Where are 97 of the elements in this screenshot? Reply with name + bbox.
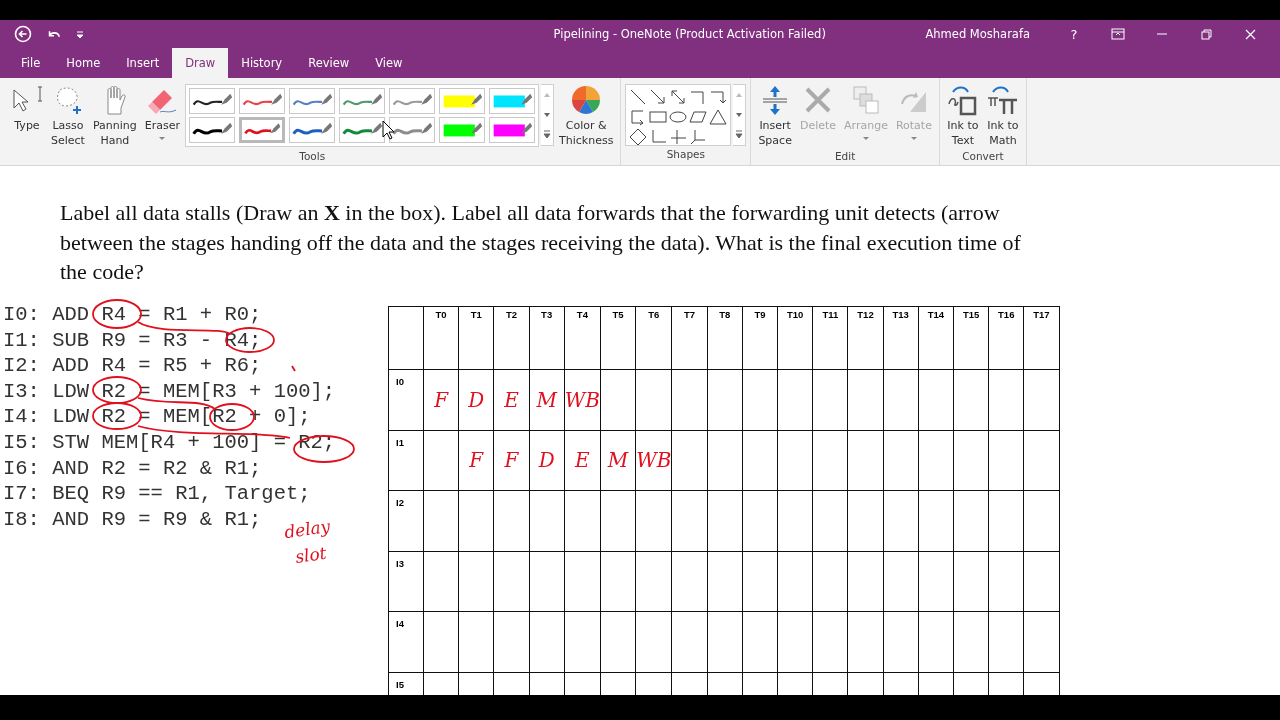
highlighter-swatch[interactable] — [489, 117, 535, 143]
customize-caret-icon[interactable] — [76, 29, 84, 39]
question-text: Label all data stalls (Draw an X in the box). Label all data forwards that the forwarding unit detects (arrow between the stages handing off the data and the stages receiving the data). What is the final execution time of the code? — [60, 199, 1022, 286]
group-label: Edit — [834, 150, 857, 164]
handwritten-stage: D — [468, 387, 485, 412]
column-header: T2 — [493, 306, 530, 370]
ribbon-button[interactable]: Ink to Text — [943, 82, 982, 150]
restore-icon[interactable] — [1200, 28, 1212, 40]
handwritten-stage: M — [536, 387, 557, 412]
ribbon-button[interactable]: Color & Thickness — [556, 82, 617, 150]
code-line: I2: ADD R4 = R5 + R6; — [3, 353, 262, 379]
handwritten-stage: WB — [636, 448, 672, 473]
row-label: I1 — [395, 435, 404, 448]
handwritten-stage: E — [575, 448, 590, 473]
caret-icon — [909, 136, 918, 141]
column-header: T7 — [671, 306, 708, 370]
caret-icon — [158, 136, 167, 141]
handwritten-stage: F — [434, 387, 449, 412]
pen-swatch[interactable] — [189, 117, 235, 143]
ribbon-button[interactable]: Insert Space — [755, 82, 795, 150]
ribbon-tab[interactable]: Review — [295, 48, 363, 78]
handwritten-stage: F — [504, 448, 519, 473]
row-label: I0 — [395, 375, 404, 387]
code-line: I8: AND R9 = R9 & R1; — [3, 506, 262, 533]
column-header: T6 — [635, 306, 672, 370]
column-header: T13 — [883, 306, 919, 370]
column-header: T11 — [812, 306, 848, 370]
pen-swatch[interactable] — [239, 88, 285, 114]
line-icon[interactable] — [629, 88, 648, 106]
ribbon-button[interactable]: Ink to Math — [983, 82, 1022, 150]
highlighter-swatch[interactable] — [439, 88, 485, 114]
handwritten-stage: F — [469, 448, 484, 473]
column-header: T10 — [777, 306, 813, 370]
double-arrow-icon[interactable] — [669, 88, 688, 106]
ribbon-tab[interactable]: Draw — [172, 48, 229, 78]
arrange-icon — [850, 84, 882, 116]
highlighter-swatch[interactable] — [439, 117, 485, 143]
column-header: T0 — [423, 306, 459, 370]
column-header: T9 — [742, 306, 778, 370]
caret-icon — [862, 136, 870, 141]
handwritten-note: delay slot — [281, 515, 333, 569]
pen-swatch[interactable] — [239, 117, 285, 143]
code-line: I6: AND R2 = R2 & R1; — [3, 455, 262, 482]
column-header: T3 — [529, 306, 565, 370]
ribbon-button[interactable]: Lasso Select — [48, 82, 88, 150]
ribbon-tab[interactable]: History — [228, 48, 296, 78]
group-label: Convert — [961, 150, 1005, 164]
pen-swatch[interactable] — [389, 117, 435, 143]
window-title: Pipelining - OneNote (Product Activation Failed) — [552, 27, 827, 41]
row-label: I2 — [395, 496, 404, 508]
ribbon-button[interactable]: Panning Hand — [89, 82, 140, 150]
parallelogram-icon[interactable] — [689, 108, 708, 126]
column-header: T8 — [707, 306, 743, 370]
ribbon-tab[interactable]: File — [8, 48, 54, 78]
ribbon-button[interactable]: Type — [8, 82, 46, 135]
handwritten-stage: E — [504, 387, 519, 412]
pen-swatch[interactable] — [189, 88, 235, 114]
arrow-icon[interactable] — [649, 88, 668, 106]
column-header: T14 — [918, 306, 954, 370]
highlighter-swatch[interactable] — [489, 88, 535, 114]
ink-to-text-icon — [946, 84, 979, 116]
color-wheel-icon — [570, 84, 603, 116]
group-label: Shapes — [665, 148, 707, 162]
ribbon-button[interactable]: Eraser — [141, 82, 183, 145]
diamond-icon[interactable] — [629, 128, 648, 146]
ribbon-tab[interactable]: Insert — [113, 48, 173, 78]
ribbon-tab[interactable]: View — [362, 48, 416, 78]
ink-to-math-icon — [986, 84, 1019, 116]
help-button[interactable]: ? — [1052, 20, 1096, 48]
column-header: T15 — [953, 306, 989, 370]
back-icon[interactable] — [14, 25, 32, 43]
row-label: I5 — [395, 677, 404, 690]
pen-swatch[interactable] — [289, 117, 335, 143]
mouse-pointer-icon — [382, 120, 396, 140]
column-header: T5 — [600, 306, 636, 370]
column-header: T12 — [847, 306, 884, 370]
ribbon-tab[interactable]: Home — [53, 48, 114, 78]
pen-swatch[interactable] — [289, 88, 335, 114]
user-name: Ahmed Mosharafa — [925, 27, 1030, 41]
handwritten-stage: WB — [564, 387, 600, 412]
ellipse-icon[interactable] — [669, 108, 688, 126]
ribbon-display-icon[interactable] — [1111, 28, 1125, 40]
column-header: T4 — [564, 306, 601, 370]
group-label: Tools — [298, 150, 327, 164]
triangle-icon[interactable] — [709, 108, 728, 126]
pen-swatch[interactable] — [389, 88, 435, 114]
column-header: T1 — [458, 306, 494, 370]
handwritten-stage: M — [607, 448, 629, 473]
row-label: I3 — [395, 556, 404, 569]
close-icon[interactable] — [1244, 28, 1256, 40]
handwritten-stage: D — [538, 448, 555, 473]
pen-swatch[interactable] — [339, 88, 385, 114]
pen-swatch[interactable] — [339, 117, 385, 143]
column-header: T16 — [988, 306, 1024, 370]
code-line: I7: BEQ R9 == R1, Target; — [3, 481, 311, 507]
column-header: T17 — [1023, 306, 1060, 370]
row-label: I4 — [395, 617, 404, 629]
